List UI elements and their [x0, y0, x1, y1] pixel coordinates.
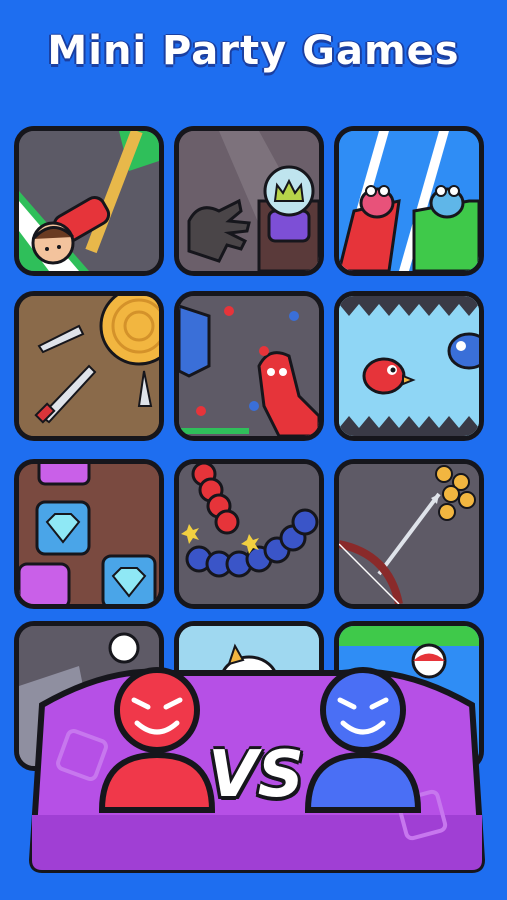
game-tile-frog-race[interactable]	[334, 126, 484, 276]
steal-crown-icon	[179, 131, 319, 271]
snake-battle-icon	[179, 464, 319, 604]
game-tile-diamond-match[interactable]	[14, 459, 164, 609]
game-tile-flappy-bird[interactable]	[334, 291, 484, 441]
game-tile-archery[interactable]	[334, 459, 484, 609]
diamond-match-icon	[19, 464, 159, 604]
app-title: Mini Party Games	[47, 28, 460, 74]
frog-race-icon	[339, 131, 479, 271]
vs-label: VS	[208, 738, 304, 812]
game-tile-knife-throw[interactable]	[14, 291, 164, 441]
rope-climb-icon	[19, 131, 159, 271]
game-tile-dino-battle[interactable]	[174, 291, 324, 441]
flappy-bird-icon	[339, 296, 479, 436]
blue-player-icon	[304, 667, 422, 813]
knife-throw-icon	[19, 296, 159, 436]
dino-battle-icon	[179, 296, 319, 436]
game-tile-steal-crown[interactable]	[174, 126, 324, 276]
game-tile-snake-battle[interactable]	[174, 459, 324, 609]
archery-icon	[339, 464, 479, 604]
game-tile-rope-climb[interactable]	[14, 126, 164, 276]
